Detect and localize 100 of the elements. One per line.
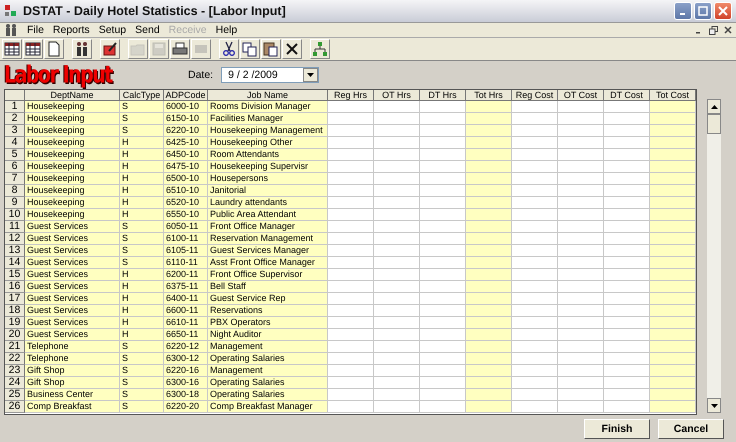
table-cell[interactable]: Laundry attendants: [208, 197, 328, 209]
table-cell[interactable]: [328, 125, 374, 137]
table-cell[interactable]: [466, 173, 512, 185]
table-cell[interactable]: [604, 329, 650, 341]
table-cell[interactable]: [466, 209, 512, 221]
menu-item[interactable]: Setup: [98, 24, 126, 36]
table-cell[interactable]: [328, 329, 374, 341]
table-cell[interactable]: [512, 329, 558, 341]
table-cell[interactable]: Housekeeping: [25, 185, 120, 197]
table-cell[interactable]: [650, 221, 696, 233]
table-cell[interactable]: [466, 269, 512, 281]
table-cell[interactable]: [466, 305, 512, 317]
table-cell[interactable]: [604, 341, 650, 353]
table-cell[interactable]: Guest Services: [25, 233, 120, 245]
table-cell[interactable]: [650, 209, 696, 221]
table-cell[interactable]: [604, 389, 650, 401]
table-cell[interactable]: [466, 245, 512, 257]
table-cell[interactable]: Guest Services: [25, 281, 120, 293]
table-cell[interactable]: [328, 401, 374, 413]
table-cell[interactable]: [512, 101, 558, 113]
table-cell[interactable]: [604, 401, 650, 413]
column-header[interactable]: ADPCode: [164, 90, 208, 101]
cut-icon[interactable]: [219, 39, 239, 59]
table-cell[interactable]: 6375-11: [164, 281, 208, 293]
table-cell[interactable]: [328, 365, 374, 377]
table-cell[interactable]: [512, 269, 558, 281]
table-cell[interactable]: [328, 269, 374, 281]
table-cell[interactable]: [512, 197, 558, 209]
table-cell[interactable]: S: [120, 101, 164, 113]
maximize-button[interactable]: [694, 2, 712, 20]
table-cell[interactable]: [420, 341, 466, 353]
table-cell[interactable]: [512, 377, 558, 389]
table-cell[interactable]: S: [120, 113, 164, 125]
table-cell[interactable]: [466, 257, 512, 269]
delete-icon[interactable]: [282, 39, 302, 59]
table-cell[interactable]: [512, 365, 558, 377]
table-cell[interactable]: Guest Services: [25, 293, 120, 305]
column-header[interactable]: DT Cost: [604, 90, 650, 101]
table-cell[interactable]: [650, 125, 696, 137]
table-cell[interactable]: 6220-16: [164, 365, 208, 377]
table-cell[interactable]: [650, 173, 696, 185]
table-cell[interactable]: [650, 353, 696, 365]
table-cell[interactable]: [374, 293, 420, 305]
table-cell[interactable]: 6300-18: [164, 389, 208, 401]
column-header[interactable]: DeptName: [25, 90, 120, 101]
table-cell[interactable]: Rooms Division Manager: [208, 101, 328, 113]
table-cell[interactable]: H: [120, 329, 164, 341]
table-cell[interactable]: 6300-12: [164, 353, 208, 365]
table-cell[interactable]: [512, 389, 558, 401]
table-cell[interactable]: H: [120, 305, 164, 317]
table-cell[interactable]: [650, 197, 696, 209]
table-cell[interactable]: [328, 137, 374, 149]
table-cell[interactable]: [558, 221, 604, 233]
table-cell[interactable]: [512, 401, 558, 413]
table-cell[interactable]: [374, 101, 420, 113]
table-cell[interactable]: 6105-11: [164, 245, 208, 257]
table-cell[interactable]: [604, 221, 650, 233]
table-cell[interactable]: [466, 125, 512, 137]
table-cell[interactable]: [558, 245, 604, 257]
table-cell[interactable]: [512, 341, 558, 353]
table-cell[interactable]: [420, 101, 466, 113]
table-cell[interactable]: 6425-10: [164, 137, 208, 149]
table-cell[interactable]: H: [120, 161, 164, 173]
table-cell[interactable]: [512, 233, 558, 245]
table-cell[interactable]: 6650-11: [164, 329, 208, 341]
table-cell[interactable]: [604, 185, 650, 197]
table-cell[interactable]: [328, 377, 374, 389]
table-cell[interactable]: 6200-11: [164, 269, 208, 281]
table-cell[interactable]: Reservations: [208, 305, 328, 317]
table-cell[interactable]: [604, 317, 650, 329]
table-cell[interactable]: [374, 365, 420, 377]
table-cell[interactable]: 6220-12: [164, 341, 208, 353]
table-cell[interactable]: [466, 281, 512, 293]
table-cell[interactable]: Guest Services: [25, 329, 120, 341]
table-cell[interactable]: [466, 389, 512, 401]
table-cell[interactable]: [328, 173, 374, 185]
table-cell[interactable]: [420, 125, 466, 137]
table-cell[interactable]: [650, 401, 696, 413]
grid-icon[interactable]: [2, 39, 22, 59]
table-cell[interactable]: 6550-10: [164, 209, 208, 221]
table-cell[interactable]: Guest Service Rep: [208, 293, 328, 305]
table-cell[interactable]: [466, 377, 512, 389]
table-cell[interactable]: [420, 137, 466, 149]
table-cell[interactable]: [420, 257, 466, 269]
table-cell[interactable]: [604, 353, 650, 365]
table-cell[interactable]: [558, 305, 604, 317]
table-cell[interactable]: Operating Salaries: [208, 389, 328, 401]
table-cell[interactable]: [328, 209, 374, 221]
table-cell[interactable]: [604, 365, 650, 377]
table-cell[interactable]: 6300-16: [164, 377, 208, 389]
table-cell[interactable]: [466, 113, 512, 125]
table-cell[interactable]: [420, 317, 466, 329]
table-cell[interactable]: [466, 329, 512, 341]
table-cell[interactable]: [466, 317, 512, 329]
table-cell[interactable]: Housekeeping: [25, 173, 120, 185]
table-cell[interactable]: Housekeeping: [25, 209, 120, 221]
table-cell[interactable]: [374, 125, 420, 137]
table-cell[interactable]: [650, 137, 696, 149]
table-cell[interactable]: [558, 389, 604, 401]
table-cell[interactable]: [374, 185, 420, 197]
